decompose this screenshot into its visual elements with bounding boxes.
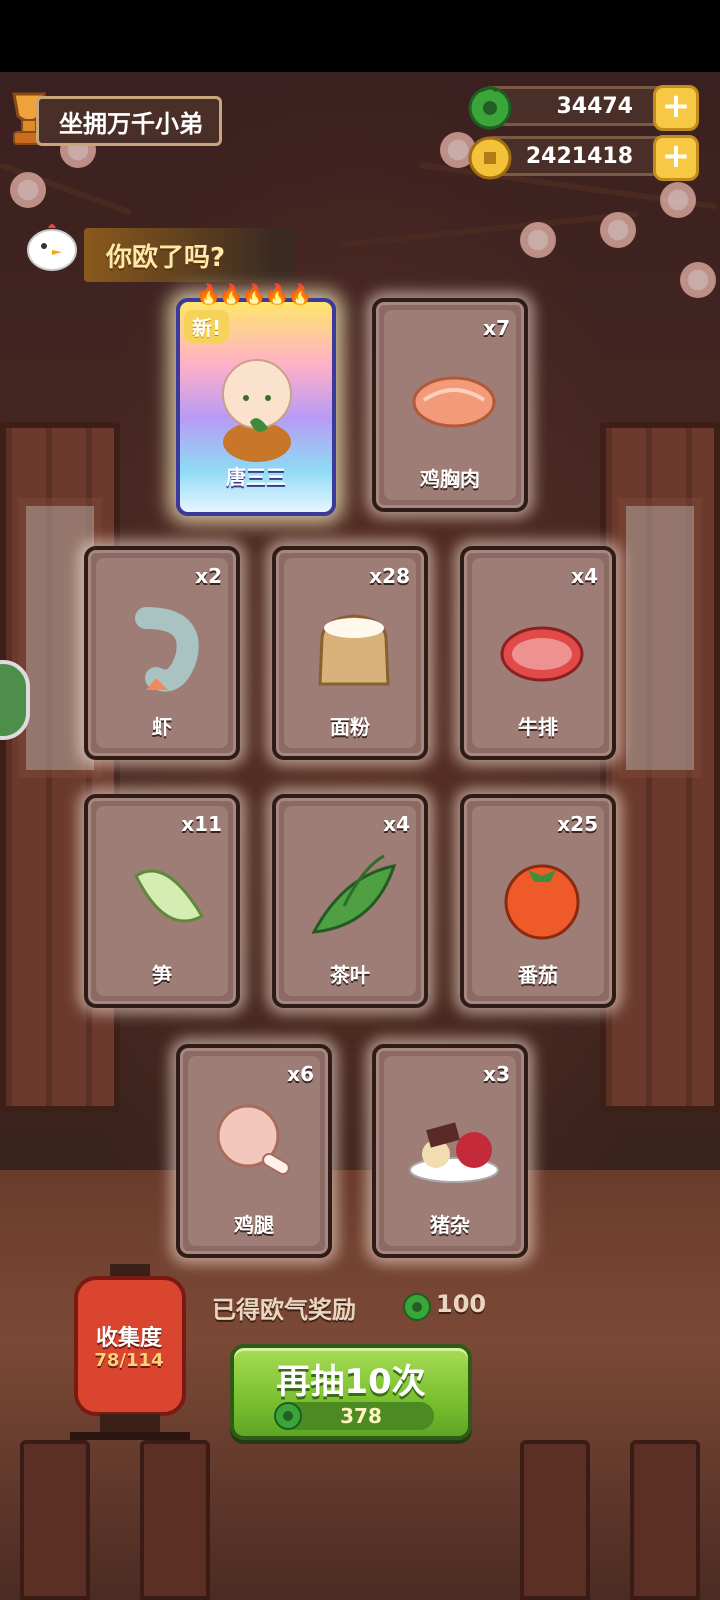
pork-offal-icon bbox=[409, 1122, 499, 1183]
card-count: x4 bbox=[383, 812, 410, 836]
card-tomato[interactable]: x25 番茄 bbox=[460, 794, 616, 1008]
left-door bbox=[0, 422, 120, 1112]
card-shrimp[interactable]: x2 虾 bbox=[84, 546, 240, 760]
card-chicken-leg[interactable]: x6 鸡腿 bbox=[176, 1044, 332, 1258]
collection-progress: 78/114 bbox=[94, 1350, 164, 1371]
card-count: x3 bbox=[483, 1062, 510, 1086]
card-name: 牛排 bbox=[518, 715, 558, 739]
flour-sack-icon bbox=[318, 614, 390, 686]
card-name: 鸡胸肉 bbox=[420, 467, 480, 491]
card-name: 鸡腿 bbox=[234, 1213, 274, 1237]
card-count: x6 bbox=[287, 1062, 314, 1086]
shrimp-icon bbox=[135, 607, 199, 692]
coin-amount: 2421418 bbox=[525, 143, 633, 169]
chicken-leg-icon bbox=[216, 1104, 290, 1175]
jade-icon bbox=[274, 1402, 302, 1430]
add-jade-button[interactable]: + bbox=[653, 85, 699, 131]
lucky-banner-text: 你欧了吗? bbox=[106, 242, 226, 273]
jade-icon bbox=[403, 1293, 431, 1321]
card-count: x4 bbox=[571, 564, 598, 588]
lucky-banner: 你欧了吗? bbox=[84, 228, 296, 282]
reward-value: 100 bbox=[436, 1290, 487, 1318]
card-count: x11 bbox=[181, 812, 222, 836]
card-flour[interactable]: x28 面粉 bbox=[272, 546, 428, 760]
tomato-icon bbox=[504, 864, 580, 940]
card-count: x2 bbox=[195, 564, 222, 588]
card-name: 番茄 bbox=[518, 963, 558, 987]
collection-label: 收集度 bbox=[95, 1326, 162, 1351]
monk-character-icon bbox=[222, 359, 292, 462]
special-card-name: 唐三三 bbox=[226, 465, 286, 489]
reward-label: 已得欧气奖励 bbox=[212, 1296, 356, 1324]
card-count: x25 bbox=[557, 812, 598, 836]
jade-amount: 34474 bbox=[556, 93, 633, 119]
card-count: x28 bbox=[369, 564, 410, 588]
card-name: 茶叶 bbox=[330, 963, 370, 987]
card-name: 猪杂 bbox=[430, 1213, 470, 1237]
right-door bbox=[600, 422, 720, 1112]
draw-again-label: 再抽10次 bbox=[276, 1362, 426, 1402]
card-tea-leaf[interactable]: x4 茶叶 bbox=[272, 794, 428, 1008]
card-name: 面粉 bbox=[330, 715, 370, 739]
card-name: 虾 bbox=[152, 715, 172, 739]
jade-currency: 34474 + bbox=[468, 85, 699, 131]
chicken-breast-icon bbox=[412, 376, 496, 428]
title-plaque[interactable]: 坐拥万千小弟 bbox=[36, 96, 222, 146]
jade-icon bbox=[468, 85, 512, 130]
new-tag: 新! bbox=[184, 310, 230, 343]
card-count: x7 bbox=[483, 316, 510, 340]
card-pork-offal[interactable]: x3 猪杂 bbox=[372, 1044, 528, 1258]
tea-leaf-icon bbox=[311, 854, 397, 934]
add-coin-button[interactable]: + bbox=[653, 135, 699, 181]
draw-again-button[interactable]: 再抽10次 378 bbox=[230, 1344, 472, 1440]
card-chicken-breast[interactable]: x7 鸡胸肉 bbox=[372, 298, 528, 512]
player-title: 坐拥万千小弟 bbox=[59, 109, 203, 138]
steak-icon bbox=[500, 626, 584, 682]
card-name: 笋 bbox=[152, 963, 172, 987]
rarity-flames: 🔥🔥🔥🔥🔥 bbox=[196, 282, 313, 306]
bamboo-shoot-icon bbox=[134, 869, 205, 923]
card-bamboo-shoot[interactable]: x11 笋 bbox=[84, 794, 240, 1008]
chick-mascot-icon bbox=[27, 224, 77, 271]
coin-currency: 2421418 + bbox=[468, 135, 699, 181]
card-steak[interactable]: x4 牛排 bbox=[460, 546, 616, 760]
coin-icon bbox=[468, 136, 512, 180]
